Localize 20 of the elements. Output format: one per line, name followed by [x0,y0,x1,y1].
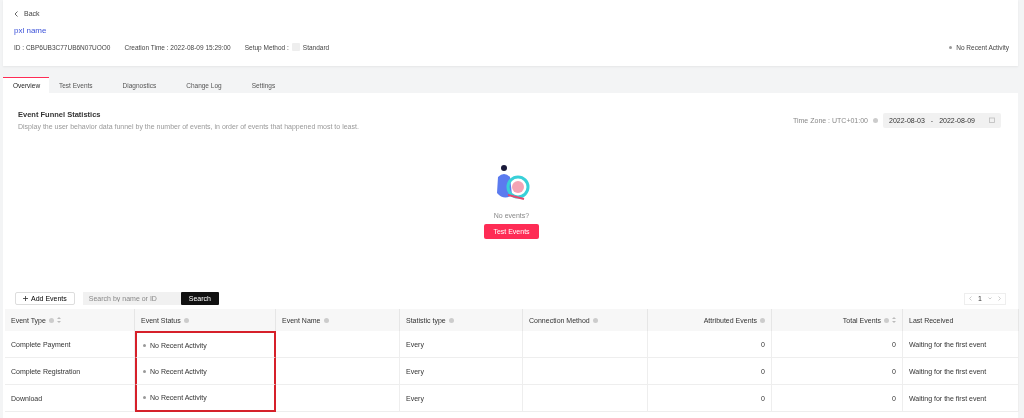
info-icon [183,317,189,323]
chevron-left-icon[interactable] [969,296,973,301]
status-dot [143,396,146,399]
chevron-right-icon[interactable] [998,296,1001,301]
pixel-name: pxl name [14,26,47,35]
info-icon [873,117,878,123]
status-dot [143,369,146,373]
info-icon [323,317,329,323]
info-icon [48,317,54,323]
chevron-down-icon [988,297,992,300]
info-icon [448,317,454,323]
plus-icon [23,296,28,301]
calendar-icon [989,117,995,123]
info-icon [760,317,765,323]
status-dot [949,45,953,49]
info-icon [884,317,889,323]
sort-icon[interactable] [56,317,61,323]
status-dot [143,343,146,347]
info-icon [592,317,598,323]
chevron-left-icon [14,10,18,17]
